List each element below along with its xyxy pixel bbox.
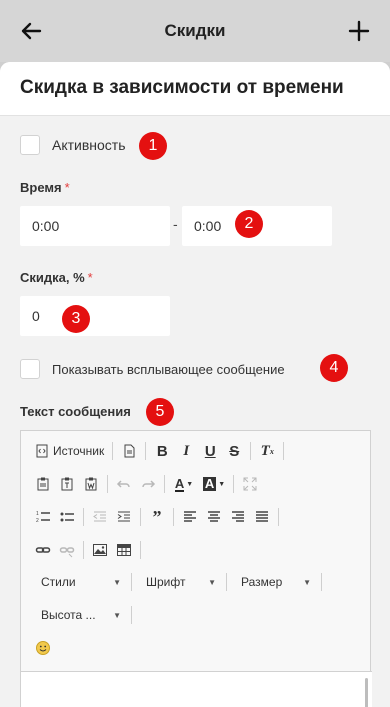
styles-label: Стили (41, 575, 76, 589)
size-label: Размер (241, 575, 283, 589)
editor-text-area[interactable] (21, 671, 372, 707)
scrollbar[interactable] (365, 678, 368, 707)
paste-word-icon[interactable] (79, 473, 103, 495)
toolbar-row-7 (31, 637, 55, 659)
outdent-icon[interactable] (88, 506, 112, 528)
source-icon (36, 444, 48, 458)
toolbar-row-4 (31, 539, 145, 561)
add-icon[interactable] (346, 18, 372, 44)
maximize-icon[interactable] (238, 473, 262, 495)
underline-icon[interactable]: U (198, 440, 222, 462)
align-justify-icon[interactable] (250, 506, 274, 528)
active-checkbox[interactable] (20, 135, 40, 155)
rich-text-editor: Источник B I U S Tx A ▼ A ▼ 1 2 ” Стили … (20, 430, 372, 707)
italic-icon[interactable]: I (174, 440, 198, 462)
svg-text:1: 1 (36, 511, 39, 517)
page-title: Скидки (164, 21, 226, 40)
styles-dropdown[interactable]: Стили ▼ (31, 571, 127, 593)
popup-checkbox[interactable] (20, 359, 40, 379)
discount-label: Скидка, % * (20, 270, 93, 285)
separator (321, 573, 322, 591)
font-label: Шрифт (146, 575, 186, 589)
separator (233, 475, 234, 493)
discount-sheet: Скидка в зависимости от времени Активнос… (0, 62, 390, 707)
separator (131, 573, 132, 591)
separator (226, 573, 227, 591)
paste-text-icon[interactable] (55, 473, 79, 495)
top-bar: Скидки (0, 0, 390, 62)
badge-2: 2 (235, 210, 263, 238)
toolbar-row-2: A ▼ A ▼ (31, 473, 262, 495)
badge-1: 1 (139, 132, 167, 160)
separator (145, 442, 147, 460)
separator (283, 442, 285, 460)
separator (83, 508, 84, 526)
separator (112, 442, 114, 460)
chevron-down-icon: ▼ (113, 577, 121, 587)
time-required-mark: * (64, 180, 70, 195)
sheet-title: Скидка в зависимости от времени (20, 77, 344, 98)
time-label-text: Время (20, 180, 62, 195)
separator (107, 475, 108, 493)
size-dropdown[interactable]: Размер ▼ (231, 571, 317, 593)
active-label: Активность (52, 137, 126, 153)
chevron-down-icon: ▼ (208, 577, 216, 587)
clear-format-icon[interactable]: Tx (255, 440, 279, 462)
sheet-header: Скидка в зависимости от времени (0, 62, 390, 116)
document-icon[interactable] (117, 440, 141, 462)
separator (83, 541, 84, 559)
badge-4: 4 (320, 354, 348, 382)
image-icon[interactable] (88, 539, 112, 561)
popup-row[interactable]: Показывать всплывающее сообщение (20, 359, 285, 379)
bold-icon[interactable]: B (150, 440, 174, 462)
emoji-icon[interactable] (31, 637, 55, 659)
badge-3: 3 (62, 305, 90, 333)
time-label: Время * (20, 180, 70, 195)
text-color-icon[interactable]: A ▼ (169, 473, 199, 495)
line-height-dropdown[interactable]: Высота ... ▼ (31, 604, 127, 626)
toolbar-row-6: Высота ... ▼ (31, 604, 136, 626)
message-label: Текст сообщения (20, 404, 131, 419)
paste-icon[interactable] (31, 473, 55, 495)
blockquote-icon[interactable]: ” (145, 506, 169, 528)
time-separator: - (173, 216, 178, 232)
redo-icon[interactable] (136, 473, 160, 495)
toolbar-row-5: Стили ▼ Шрифт ▼ Размер ▼ (31, 571, 326, 593)
strikethrough-icon[interactable]: S (222, 440, 246, 462)
active-row[interactable]: Активность (20, 135, 126, 155)
separator (173, 508, 174, 526)
separator (164, 475, 165, 493)
background-color-icon[interactable]: A ▼ (199, 473, 229, 495)
toolbar-row-1: Источник B I U S Tx (31, 440, 288, 462)
table-icon[interactable] (112, 539, 136, 561)
chevron-down-icon: ▼ (303, 577, 311, 587)
separator (278, 508, 279, 526)
numbered-list-icon[interactable]: 12 (31, 506, 55, 528)
align-left-icon[interactable] (178, 506, 202, 528)
svg-text:2: 2 (36, 518, 39, 524)
unlink-icon[interactable] (55, 539, 79, 561)
discount-required-mark: * (87, 270, 93, 285)
time-from-input[interactable]: 0:00 (20, 206, 170, 246)
toolbar-row-3: 12 ” (31, 506, 283, 528)
line-height-label: Высота ... (41, 608, 96, 622)
separator (140, 541, 141, 559)
chevron-down-icon: ▼ (113, 610, 121, 620)
undo-icon[interactable] (112, 473, 136, 495)
align-center-icon[interactable] (202, 506, 226, 528)
discount-label-text: Скидка, % (20, 270, 85, 285)
popup-label: Показывать всплывающее сообщение (52, 361, 285, 377)
separator (250, 442, 252, 460)
font-dropdown[interactable]: Шрифт ▼ (136, 571, 222, 593)
separator (140, 508, 141, 526)
indent-icon[interactable] (112, 506, 136, 528)
source-button[interactable]: Источник (31, 444, 108, 458)
bulleted-list-icon[interactable] (55, 506, 79, 528)
align-right-icon[interactable] (226, 506, 250, 528)
separator (131, 606, 132, 624)
discount-input[interactable]: 0 (20, 296, 170, 336)
badge-5: 5 (146, 398, 174, 426)
source-label: Источник (53, 444, 105, 458)
link-icon[interactable] (31, 539, 55, 561)
